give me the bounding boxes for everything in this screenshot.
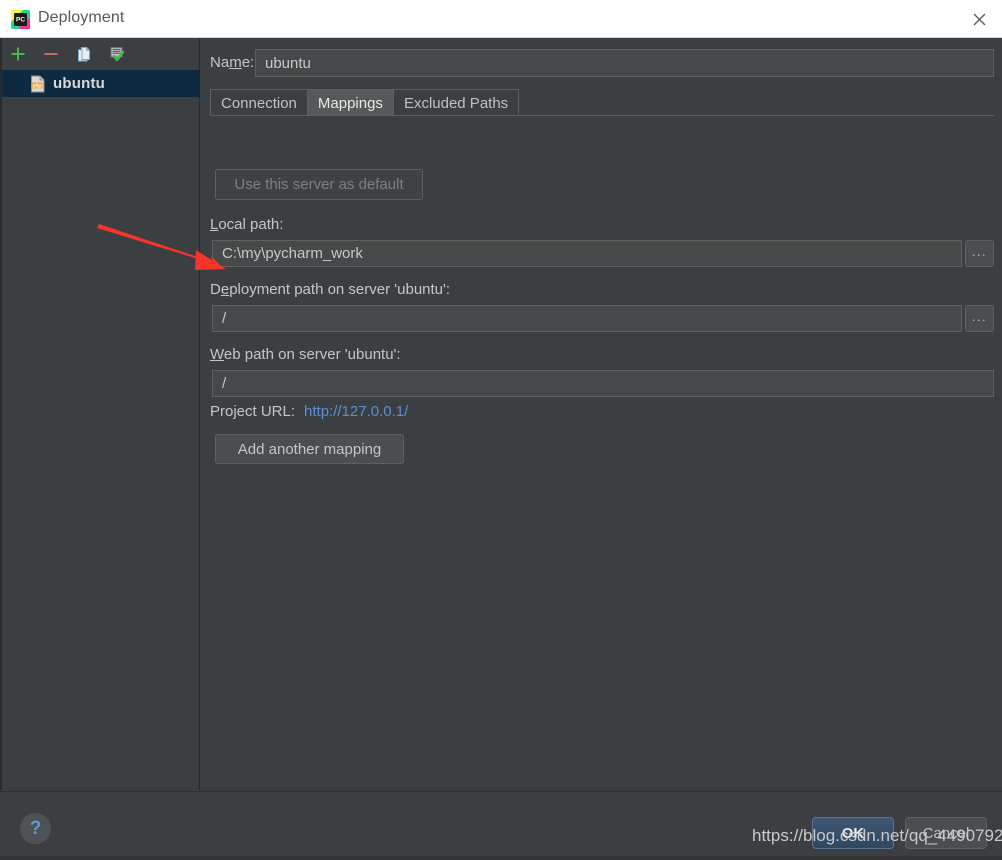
tab-excluded-paths[interactable]: Excluded Paths	[393, 89, 519, 116]
add-another-mapping-button[interactable]: Add another mapping	[215, 434, 404, 464]
add-server-button[interactable]	[7, 43, 29, 65]
help-button[interactable]: ?	[20, 813, 51, 844]
copy-server-button[interactable]	[73, 43, 95, 65]
deployment-path-label: Deployment path on server 'ubuntu':	[210, 281, 450, 298]
deployment-path-browse-button[interactable]: ...	[965, 305, 994, 332]
cancel-button[interactable]: Cancel	[905, 817, 987, 849]
remove-server-button[interactable]	[40, 43, 62, 65]
dialog-title: Deployment	[38, 9, 124, 27]
local-path-label: Local path:	[210, 216, 283, 233]
tab-connection[interactable]: Connection	[210, 89, 308, 116]
servers-toolbar	[0, 38, 200, 70]
sftp-file-icon: sftp	[30, 75, 46, 93]
deployment-dialog: PC Deployment	[0, 0, 1002, 860]
bottom-edge-strip	[0, 856, 1002, 860]
name-row: Name:	[210, 49, 994, 77]
sidebar-divider	[0, 38, 2, 790]
project-url-row: Project URL: http://127.0.0.1/	[210, 403, 408, 420]
tabs-filler	[518, 89, 994, 116]
close-icon[interactable]	[956, 0, 1002, 38]
project-url-label: Project URL:	[210, 403, 295, 420]
use-this-server-as-default-button[interactable]: Use this server as default	[215, 169, 423, 200]
server-check-icon[interactable]	[106, 43, 128, 65]
sidebar-item-label: ubuntu	[53, 75, 105, 92]
tab-mappings[interactable]: Mappings	[307, 89, 394, 116]
servers-sidebar: sftp ubuntu	[0, 38, 200, 790]
web-path-label: Web path on server 'ubuntu':	[210, 346, 401, 363]
settings-tabs: Connection Mappings Excluded Paths	[210, 89, 994, 116]
web-path-input[interactable]	[212, 370, 994, 397]
sidebar-item-ubuntu[interactable]: sftp ubuntu	[0, 70, 200, 97]
mappings-panel: Use this server as default Local path: .…	[210, 116, 994, 776]
deployment-path-input[interactable]	[212, 305, 962, 332]
name-input[interactable]	[255, 49, 994, 77]
project-url-link[interactable]: http://127.0.0.1/	[304, 403, 408, 420]
ok-button[interactable]: OK	[812, 817, 894, 849]
pycharm-logo-icon: PC	[11, 10, 30, 29]
name-label: Name:	[210, 54, 254, 71]
svg-text:sftp: sftp	[32, 83, 41, 89]
local-path-input[interactable]	[212, 240, 962, 267]
dialog-titlebar: PC Deployment	[0, 0, 1002, 38]
dialog-content: Name: Connection Mappings Excluded Paths…	[201, 38, 1002, 790]
servers-list: sftp ubuntu	[0, 70, 200, 97]
svg-text:PC: PC	[16, 16, 25, 23]
local-path-browse-button[interactable]: ...	[965, 240, 994, 267]
